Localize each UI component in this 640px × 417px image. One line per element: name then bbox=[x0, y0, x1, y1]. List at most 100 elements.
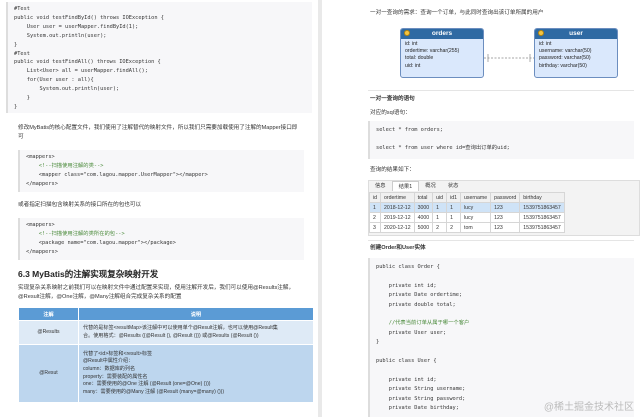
code-line: </mappers> bbox=[26, 180, 58, 187]
code-line: <!--扫描使用注解的类--> bbox=[26, 162, 104, 169]
relationship-connector bbox=[484, 54, 534, 62]
tab-info[interactable]: 信息 bbox=[369, 181, 392, 191]
table-header-description: 说明 bbox=[78, 307, 314, 321]
code-line: select * from orders; bbox=[376, 127, 443, 133]
er-field: ordertime: varchar(255) bbox=[405, 48, 460, 55]
table-cell-description: 代替了<id>标签和<result>标签 @Result中属性介绍： colum… bbox=[78, 344, 314, 403]
code-line: } bbox=[14, 41, 18, 48]
er-field: id: int bbox=[539, 41, 552, 47]
grid-cell[interactable]: lucy bbox=[460, 212, 492, 223]
description-line: one：需要使用的@One 注解 (@Result (one=@One) ())… bbox=[83, 381, 211, 388]
left-page: #Test public void testFindById() throws I… bbox=[0, 0, 318, 417]
grid-cell[interactable]: 1539751863457 bbox=[519, 222, 565, 233]
tab-overview[interactable]: 概况 bbox=[419, 181, 442, 191]
code-line: <mapper class="com.lagou.mapper.UserMapp… bbox=[26, 171, 208, 178]
grid-cell[interactable]: 2 bbox=[446, 222, 462, 233]
er-diagram: orders id: int ordertime: varchar(255) t… bbox=[400, 28, 618, 84]
code-line: <mappers> bbox=[26, 222, 55, 228]
section-divider bbox=[368, 90, 634, 91]
code-line: System.out.println(user); bbox=[14, 86, 120, 93]
section-heading: 6.3 MyBatis的注解实现复杂映射开发 bbox=[18, 269, 159, 279]
code-line: for(User user : all){ bbox=[14, 77, 94, 84]
grid-row[interactable]: 2 2019-12-12 4000 1 1 lucy 123 1539751863457 bbox=[369, 212, 565, 223]
grid-cell[interactable]: 1 bbox=[432, 212, 448, 223]
table-header-annotation: 注解 bbox=[18, 307, 79, 321]
grid-cell[interactable]: 3000 bbox=[413, 202, 434, 213]
grid-cell[interactable]: tom bbox=[460, 222, 492, 233]
right-page: 一对一查询的需求：查询一个订单，与此同时查询出该订单所属的用户 orders i… bbox=[322, 0, 640, 417]
code-line: <package name="com.lagou.mapper"></packa… bbox=[26, 239, 176, 246]
grid-cell[interactable]: 1 bbox=[432, 202, 448, 213]
code-block-package: <mappers> <!--扫描使用注解的类所在的包--> <package n… bbox=[18, 218, 304, 260]
description-line: many：需要使用的@Many 注解 (@Result (many=@many)… bbox=[83, 388, 225, 395]
code-line: private int id; bbox=[376, 282, 437, 289]
grid-cell[interactable]: 1 bbox=[446, 202, 462, 213]
code-line: System.out.println(user); bbox=[14, 32, 107, 39]
grid-column-header[interactable]: password bbox=[490, 192, 521, 203]
code-line: //代表当前订单从属于哪一个客户 bbox=[376, 320, 470, 327]
table-cell-description: 代替的是标签<resultMap>该注解中可以使用单个@Result注解，也可以… bbox=[78, 320, 314, 345]
table-cell-name: @Results bbox=[18, 320, 79, 345]
grid-cell[interactable]: 5000 bbox=[413, 222, 434, 233]
code-block-entities: public class Order { private int id; pri… bbox=[368, 258, 634, 417]
code-line: #Test bbox=[14, 50, 30, 57]
table-cell-name: @Resut bbox=[18, 344, 79, 403]
grid-row[interactable]: 3 2020-12-12 5000 2 2 tom 123 1539751863457 bbox=[369, 222, 565, 233]
sql-label: 对应的sql语句： bbox=[370, 110, 411, 116]
grid-column-header[interactable]: birthday bbox=[519, 192, 565, 203]
grid-cell[interactable]: 2020-12-12 bbox=[380, 222, 415, 233]
code-block-test-methods: #Test public void testFindById() throws I… bbox=[6, 2, 312, 113]
grid-column-header[interactable]: ordertime bbox=[380, 192, 415, 203]
paragraph-package-note: 或者指定扫描包含映射关系的接口所在的包也可以 bbox=[18, 202, 142, 208]
grid-cell[interactable]: 2019-12-12 bbox=[380, 212, 415, 223]
er-table-user: user id: int username: varchar(50) passw… bbox=[534, 28, 618, 78]
tab-status[interactable]: 状态 bbox=[442, 181, 465, 191]
paragraph-complex-mapping: 实现复杂关系映射之前我们可以在映射文件中通过配置来实现，使用注解开发后，我们可以… bbox=[18, 285, 295, 300]
grid-cell[interactable]: 1 bbox=[369, 202, 382, 213]
grid-cell[interactable]: 123 bbox=[490, 202, 521, 213]
code-line: } bbox=[376, 339, 380, 346]
grid-column-header[interactable]: id1 bbox=[446, 192, 462, 203]
code-line: private User user; bbox=[376, 329, 447, 336]
code-line: public class Order { bbox=[376, 264, 440, 270]
grid-cell[interactable]: 1 bbox=[446, 212, 462, 223]
description-line: column：数据库的列名 bbox=[83, 365, 136, 372]
er-table-title: orders bbox=[401, 29, 483, 39]
table-row: @Results 代替的是标签<resultMap>该注解中可以使用单个@Res… bbox=[18, 320, 314, 345]
grid-cell[interactable]: lucy bbox=[460, 202, 492, 213]
grid-cell[interactable]: 4000 bbox=[413, 212, 434, 223]
grid-column-header[interactable]: username bbox=[460, 192, 492, 203]
description-line: 合。使用格式：@Results ({@Result (), @Result ()… bbox=[83, 332, 259, 339]
er-field: uid: int bbox=[405, 62, 421, 69]
sql-heading: 一对一查询的语句 bbox=[370, 96, 415, 102]
section-divider bbox=[368, 240, 634, 241]
grid-cell[interactable]: 2 bbox=[432, 222, 448, 233]
code-line: } bbox=[14, 95, 30, 102]
grid-cell[interactable]: 123 bbox=[490, 212, 521, 223]
grid-cell[interactable]: 2 bbox=[369, 212, 382, 223]
code-line: } bbox=[14, 103, 18, 110]
grid-row[interactable]: 1 2018-12-12 3000 1 1 lucy 123 1539751863457 bbox=[369, 202, 565, 213]
grid-column-header[interactable]: total bbox=[413, 192, 434, 203]
code-line: public void testFindAll() throws IOExcep… bbox=[14, 59, 161, 66]
tab-result1[interactable]: 结果1 bbox=[391, 181, 420, 191]
key-icon bbox=[538, 30, 544, 36]
grid-cell[interactable]: 1539751863457 bbox=[519, 202, 565, 213]
code-line: </mappers> bbox=[26, 248, 58, 255]
grid-cell[interactable]: 1539751863457 bbox=[519, 212, 565, 223]
code-line: select * from user where id=查询出订单的uid; bbox=[376, 144, 510, 151]
annotation-table: 注解 说明 @Results 代替的是标签<resultMap>该注解中可以使用… bbox=[18, 307, 314, 403]
description-line: property：需要装配的属性名 bbox=[83, 373, 148, 380]
grid-cell[interactable]: 3 bbox=[369, 222, 382, 233]
grid-column-header[interactable]: id bbox=[369, 192, 382, 203]
result-label: 查询的结果如下： bbox=[370, 167, 415, 173]
er-table-orders: orders id: int ordertime: varchar(255) t… bbox=[400, 28, 484, 78]
grid-cell[interactable]: 2018-12-12 bbox=[380, 202, 415, 213]
table-row: @Resut 代替了<id>标签和<result>标签 @Result中属性介绍… bbox=[18, 344, 314, 403]
grid-cell[interactable]: 123 bbox=[490, 222, 521, 233]
code-block-mapper-class: <mappers> <!--扫描使用注解的类--> <mapper class=… bbox=[18, 150, 304, 192]
code-line: private Date ordertime; bbox=[376, 292, 463, 299]
grid-column-header[interactable]: uid bbox=[432, 192, 448, 203]
code-line: List<User> all = userMapper.findAll(); bbox=[14, 68, 148, 75]
result-grid: id ordertime total uid id1 username password bi… bbox=[369, 192, 565, 233]
